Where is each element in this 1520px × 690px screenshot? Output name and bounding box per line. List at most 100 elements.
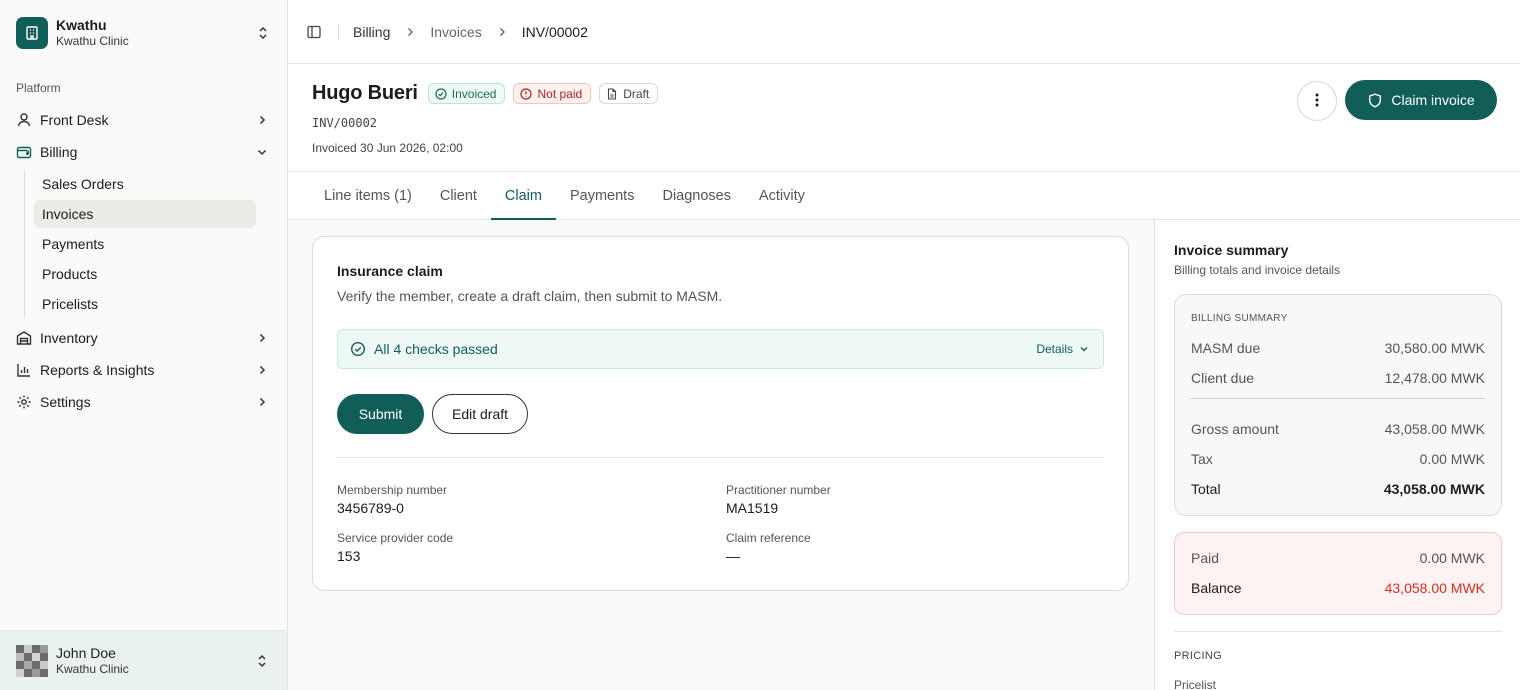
row-value: 30,580.00 MWK [1384, 340, 1485, 356]
practitioner-number-field: Practitioner number MA1519 [726, 483, 831, 516]
summary-title: Invoice summary [1174, 242, 1289, 258]
sidebar-item-reports[interactable]: Reports & Insights [16, 354, 272, 386]
sidebar-item-label: Reports & Insights [40, 362, 155, 378]
summary-row-gross: Gross amount 43,058.00 MWK [1191, 421, 1485, 437]
avatar [16, 644, 48, 677]
sidebar-item-label: Billing [40, 144, 78, 160]
insurance-claim-card: Insurance claim Verify the member, creat… [312, 236, 1129, 591]
checks-status-banner[interactable]: All 4 checks passed Details [337, 329, 1104, 369]
sidebar-item-settings[interactable]: Settings [16, 386, 272, 418]
user-icon [16, 112, 32, 128]
sidebar-toggle-icon[interactable] [306, 24, 322, 40]
user-name: John Doe [56, 644, 116, 661]
field-label: Service provider code [337, 531, 454, 545]
sidebar-item-pricelists[interactable]: Pricelists [34, 290, 256, 318]
row-label: MASM due [1191, 340, 1261, 356]
org-subtitle: Kwathu Clinic [56, 34, 129, 48]
tab-payments[interactable]: Payments [556, 173, 648, 219]
breadcrumb-current: INV/00002 [521, 23, 588, 40]
sidebar-item-label: Inventory [40, 330, 98, 346]
row-label: Client due [1191, 370, 1255, 386]
wallet-icon [16, 144, 32, 160]
building-icon [16, 17, 48, 49]
billing-summary-heading: BILLING SUMMARY [1191, 313, 1288, 324]
summary-row-paid: Paid 0.00 MWK [1191, 550, 1485, 566]
summary-row-masm-due: MASM due 30,580.00 MWK [1191, 340, 1485, 356]
file-icon [606, 87, 618, 100]
badge-label: Invoiced [451, 86, 497, 101]
field-value: 153 [337, 548, 361, 564]
chevrons-up-down-icon [255, 652, 269, 670]
chevrons-up-down-icon [256, 24, 270, 42]
service-provider-code-field: Service provider code 153 [337, 531, 453, 564]
tab-line-items[interactable]: Line items (1) [310, 173, 426, 219]
warehouse-icon [16, 330, 32, 346]
field-label: Membership number [337, 483, 448, 497]
page-title: Hugo Bueri [312, 82, 418, 104]
summary-row-client-due: Client due 12,478.00 MWK [1191, 370, 1485, 386]
sidebar-nav: Front Desk Billing Sales Orders Invoices… [0, 104, 288, 418]
divider [338, 23, 339, 40]
invoice-header: Hugo Bueri Invoiced Not paid Draft INV/0… [288, 64, 1520, 172]
summary-row-total: Total 43,058.00 MWK [1191, 481, 1485, 497]
status-badge-draft: Draft [599, 83, 659, 104]
summary-subtitle: Billing totals and invoice details [1174, 263, 1341, 277]
divider [337, 457, 1104, 458]
invoice-number: INV/00002 [312, 116, 378, 130]
user-menu[interactable]: John Doe Kwathu Clinic [0, 630, 287, 690]
field-value: 3456789-0 [337, 500, 404, 516]
sidebar-item-invoices[interactable]: Invoices [34, 200, 256, 228]
edit-draft-button[interactable]: Edit draft [432, 394, 528, 434]
row-value: 0.00 MWK [1419, 451, 1485, 467]
chevron-right-icon [254, 112, 270, 128]
tab-activity[interactable]: Activity [745, 173, 819, 219]
sidebar-item-inventory[interactable]: Inventory [16, 322, 272, 354]
field-label: Claim reference [726, 531, 811, 545]
chevron-right-icon [254, 330, 270, 346]
user-org: Kwathu Clinic [56, 661, 129, 676]
row-label: Gross amount [1191, 421, 1279, 437]
card-description: Verify the member, create a draft claim,… [337, 288, 723, 304]
checks-status-text: All 4 checks passed [374, 341, 498, 357]
claim-panel: Insurance claim Verify the member, creat… [288, 220, 1154, 690]
badge-label: Not paid [537, 86, 583, 101]
topbar: Billing Invoices INV/00002 [288, 0, 1520, 64]
field-label: Practitioner number [726, 483, 831, 497]
org-switcher[interactable]: Kwathu Kwathu Clinic [16, 16, 272, 50]
row-value: 12,478.00 MWK [1384, 370, 1485, 386]
status-badge-not-paid: Not paid [513, 83, 592, 104]
tab-diagnoses[interactable]: Diagnoses [648, 173, 745, 219]
bar-chart-icon [16, 362, 32, 378]
more-vertical-icon [1315, 93, 1319, 110]
row-value: 43,058.00 MWK [1384, 580, 1485, 596]
tab-client[interactable]: Client [426, 173, 491, 219]
divider [1174, 631, 1502, 632]
sidebar-item-front-desk[interactable]: Front Desk [16, 104, 272, 136]
field-value: — [726, 548, 740, 564]
breadcrumb-billing[interactable]: Billing [353, 24, 390, 40]
payment-status-box: Paid 0.00 MWK Balance 43,058.00 MWK [1174, 532, 1502, 615]
sidebar-item-billing[interactable]: Billing [16, 136, 272, 168]
breadcrumb-invoices[interactable]: Invoices [430, 24, 481, 40]
invoiced-date: Invoiced 30 Jun 2026, 02:00 [312, 141, 463, 155]
badge-label: Draft [623, 86, 650, 101]
sidebar-item-products[interactable]: Products [34, 260, 256, 288]
submit-button[interactable]: Submit [337, 394, 424, 434]
tab-claim[interactable]: Claim [490, 173, 557, 220]
sidebar-item-payments[interactable]: Payments [34, 230, 256, 258]
claim-reference-field: Claim reference — [726, 531, 811, 564]
check-circle-icon [435, 87, 447, 100]
pricing-heading: PRICING [1174, 650, 1222, 662]
check-circle-icon [350, 341, 366, 357]
row-value: 0.00 MWK [1419, 550, 1485, 566]
gear-icon [16, 394, 32, 410]
details-toggle[interactable]: Details [1036, 342, 1091, 356]
billing-summary-box: BILLING SUMMARY MASM due 30,580.00 MWK C… [1174, 294, 1502, 516]
field-value: MA1519 [726, 500, 779, 516]
claim-invoice-label: Claim invoice [1391, 92, 1475, 108]
breadcrumb: Billing Invoices INV/00002 [353, 24, 588, 40]
sidebar-item-sales-orders[interactable]: Sales Orders [34, 170, 256, 198]
more-actions-button[interactable] [1297, 81, 1337, 121]
chevron-right-icon [254, 394, 270, 410]
claim-invoice-button[interactable]: Claim invoice [1345, 80, 1497, 120]
